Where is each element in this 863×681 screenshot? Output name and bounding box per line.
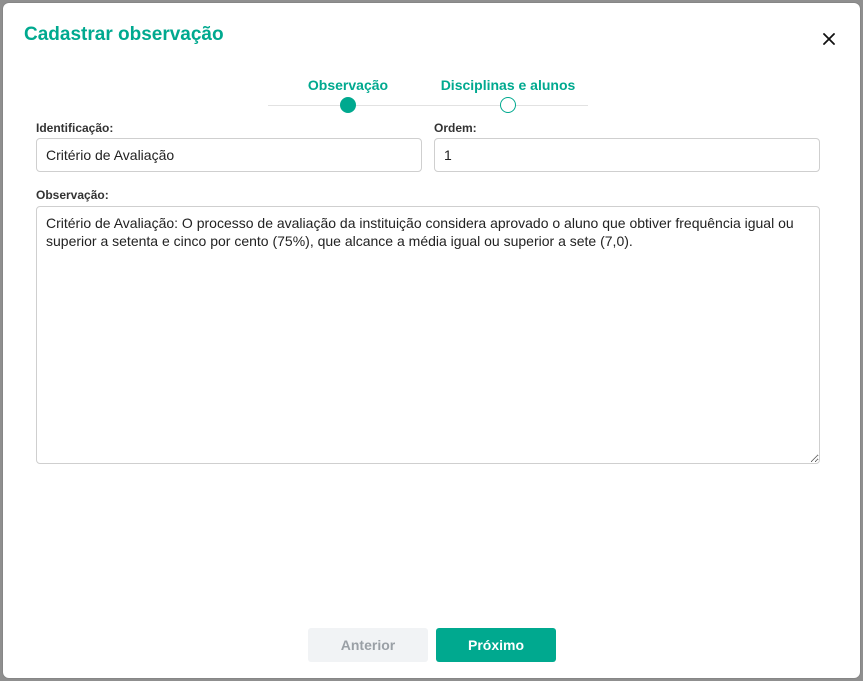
step-label: Disciplinas e alunos — [440, 77, 576, 93]
identificacao-label: Identificação: — [36, 121, 114, 135]
stepper: Observação Disciplinas e alunos — [268, 75, 588, 119]
ordem-label: Ordem: — [434, 121, 477, 135]
identificacao-input[interactable] — [36, 138, 422, 172]
close-button[interactable] — [818, 28, 840, 50]
observacao-label: Observação: — [36, 188, 109, 202]
step-active-indicator — [340, 97, 356, 113]
stepper-track — [268, 105, 588, 106]
observacao-textarea[interactable]: Critério de Avaliação: O processo de ava… — [36, 206, 820, 464]
next-button[interactable]: Próximo — [436, 628, 556, 662]
step-pending-indicator — [500, 97, 516, 113]
step-observacao[interactable]: Observação — [268, 75, 428, 113]
step-label: Observação — [307, 77, 389, 93]
step-disciplinas-e-alunos[interactable]: Disciplinas e alunos — [428, 75, 588, 113]
register-observation-dialog: Cadastrar observação Observação Discipli… — [3, 3, 860, 678]
previous-button[interactable]: Anterior — [308, 628, 428, 662]
ordem-input[interactable] — [434, 138, 820, 172]
close-icon — [823, 33, 835, 45]
dialog-title: Cadastrar observação — [24, 24, 224, 45]
